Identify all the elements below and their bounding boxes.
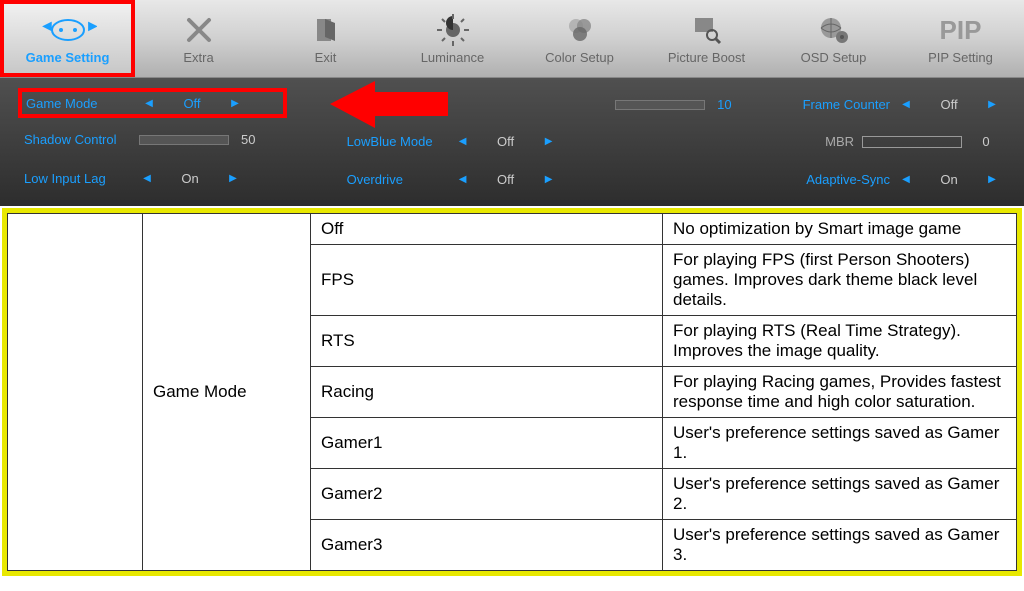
option-cell: RTS (311, 316, 663, 367)
option-cell: FPS (311, 245, 663, 316)
arrow-right-icon[interactable]: ▶ (541, 174, 557, 185)
game-color-setting[interactable]: 10 Frame Counter ◀ Off ▶ (615, 90, 1000, 120)
blank-cell (8, 214, 143, 571)
menu-label: Exit (315, 50, 337, 65)
menu-label: Luminance (421, 50, 485, 65)
arrow-right-icon[interactable]: ▶ (541, 136, 557, 147)
setting-value: 0 (972, 134, 1000, 149)
game-mode-setting[interactable]: Game Mode ◀ Off ▶ (18, 88, 287, 118)
menu-color-setup[interactable]: Color Setup (516, 0, 643, 77)
menu-extra[interactable]: Extra (135, 0, 262, 77)
settings-col-1: Game Mode ◀ Off ▶ Shadow Control 50 Low … (18, 86, 287, 198)
globe-gear-icon (818, 12, 850, 48)
option-cell: Racing (311, 367, 663, 418)
arrow-left-icon[interactable]: ◀ (455, 174, 471, 185)
gamepad-icon: ◄ ► (39, 12, 97, 48)
mbr-setting[interactable]: MBR 0 (615, 127, 1000, 157)
arrow-left-icon[interactable]: ◀ (898, 99, 914, 110)
menu-pip-setting[interactable]: PIP PIP Setting (897, 0, 1024, 77)
low-input-lag-setting[interactable]: Low Input Lag ◀ On ▶ (24, 164, 281, 194)
magnifier-icon (692, 12, 722, 48)
lowblue-mode-setting[interactable]: LowBlue Mode ◀ Off ▶ (347, 127, 604, 157)
arrow-left-icon[interactable]: ◀ (898, 174, 914, 185)
desc-cell: For playing RTS (Real Time Strategy). Im… (663, 316, 1017, 367)
option-cell: Gamer1 (311, 418, 663, 469)
setting-value: Off (914, 97, 984, 112)
desc-cell: User's preference settings saved as Game… (663, 469, 1017, 520)
game-mode-table: Game Mode Off No optimization by Smart i… (7, 213, 1017, 571)
desc-cell: User's preference settings saved as Game… (663, 418, 1017, 469)
setting-label: Overdrive (347, 172, 455, 187)
arrow-left-icon[interactable]: ◀ (141, 98, 157, 109)
menu-label: Picture Boost (668, 50, 745, 65)
menu-luminance[interactable]: Luminance (389, 0, 516, 77)
desc-cell: User's preference settings saved as Game… (663, 520, 1017, 571)
settings-col-3: 10 Frame Counter ◀ Off ▶ MBR 0 Adaptive-… (609, 86, 1006, 198)
slider[interactable] (615, 100, 705, 110)
adaptive-sync-setting[interactable]: Adaptive-Sync ◀ On ▶ (615, 164, 1000, 194)
setting-value: On (914, 172, 984, 187)
svg-text:►: ► (85, 18, 97, 35)
shadow-control-setting[interactable]: Shadow Control 50 (24, 125, 281, 155)
setting-value: Off (471, 134, 541, 149)
tools-icon (184, 12, 214, 48)
setting-value: Off (157, 96, 227, 111)
desc-cell: For playing Racing games, Provides faste… (663, 367, 1017, 418)
setting-label: Frame Counter (770, 97, 898, 112)
menu-label: Extra (183, 50, 213, 65)
desc-cell: No optimization by Smart image game (663, 214, 1017, 245)
menu-label: Game Setting (26, 50, 110, 65)
exit-icon (311, 12, 341, 48)
setting-label: Shadow Control (24, 132, 139, 147)
menu-label: PIP Setting (928, 50, 993, 65)
brightness-icon (437, 12, 469, 48)
category-cell: Game Mode (143, 214, 311, 571)
setting-label: MBR (734, 134, 862, 149)
option-cell: Gamer2 (311, 469, 663, 520)
menu-bar: ◄ ► Game Setting Extra Exit Luminance Co… (0, 0, 1024, 78)
menu-label: OSD Setup (801, 50, 867, 65)
arrow-right-icon[interactable]: ▶ (227, 98, 243, 109)
menu-label: Color Setup (545, 50, 614, 65)
pip-icon: PIP (940, 12, 982, 48)
menu-osd-setup[interactable]: OSD Setup (770, 0, 897, 77)
arrow-right-icon[interactable]: ▶ (984, 99, 1000, 110)
setting-value: Off (471, 172, 541, 187)
setting-value: 10 (717, 97, 747, 112)
menu-game-setting[interactable]: ◄ ► Game Setting (0, 0, 135, 77)
arrow-right-icon[interactable]: ▶ (225, 173, 241, 184)
desc-cell: For playing FPS (first Person Shooters) … (663, 245, 1017, 316)
setting-label: Low Input Lag (24, 171, 139, 186)
option-cell: Gamer3 (311, 520, 663, 571)
settings-col-2: LowBlue Mode ◀ Off ▶ Overdrive ◀ Off ▶ (287, 86, 610, 198)
setting-label: Adaptive-Sync (770, 172, 898, 187)
menu-exit[interactable]: Exit (262, 0, 389, 77)
mode-table-wrap: Game Mode Off No optimization by Smart i… (2, 208, 1022, 576)
color-icon (564, 12, 596, 48)
setting-value: On (155, 171, 225, 186)
setting-value: 50 (241, 132, 271, 147)
setting-label: Game Mode (26, 96, 141, 111)
slider[interactable] (139, 135, 229, 145)
arrow-right-icon[interactable]: ▶ (984, 174, 1000, 185)
arrow-left-icon[interactable]: ◀ (455, 136, 471, 147)
setting-label: LowBlue Mode (347, 134, 455, 149)
overdrive-setting[interactable]: Overdrive ◀ Off ▶ (347, 164, 604, 194)
table-row: Game Mode Off No optimization by Smart i… (8, 214, 1017, 245)
slider[interactable] (862, 136, 962, 148)
menu-picture-boost[interactable]: Picture Boost (643, 0, 770, 77)
option-cell: Off (311, 214, 663, 245)
settings-panel: Game Mode ◀ Off ▶ Shadow Control 50 Low … (0, 78, 1024, 206)
arrow-left-icon[interactable]: ◀ (139, 173, 155, 184)
